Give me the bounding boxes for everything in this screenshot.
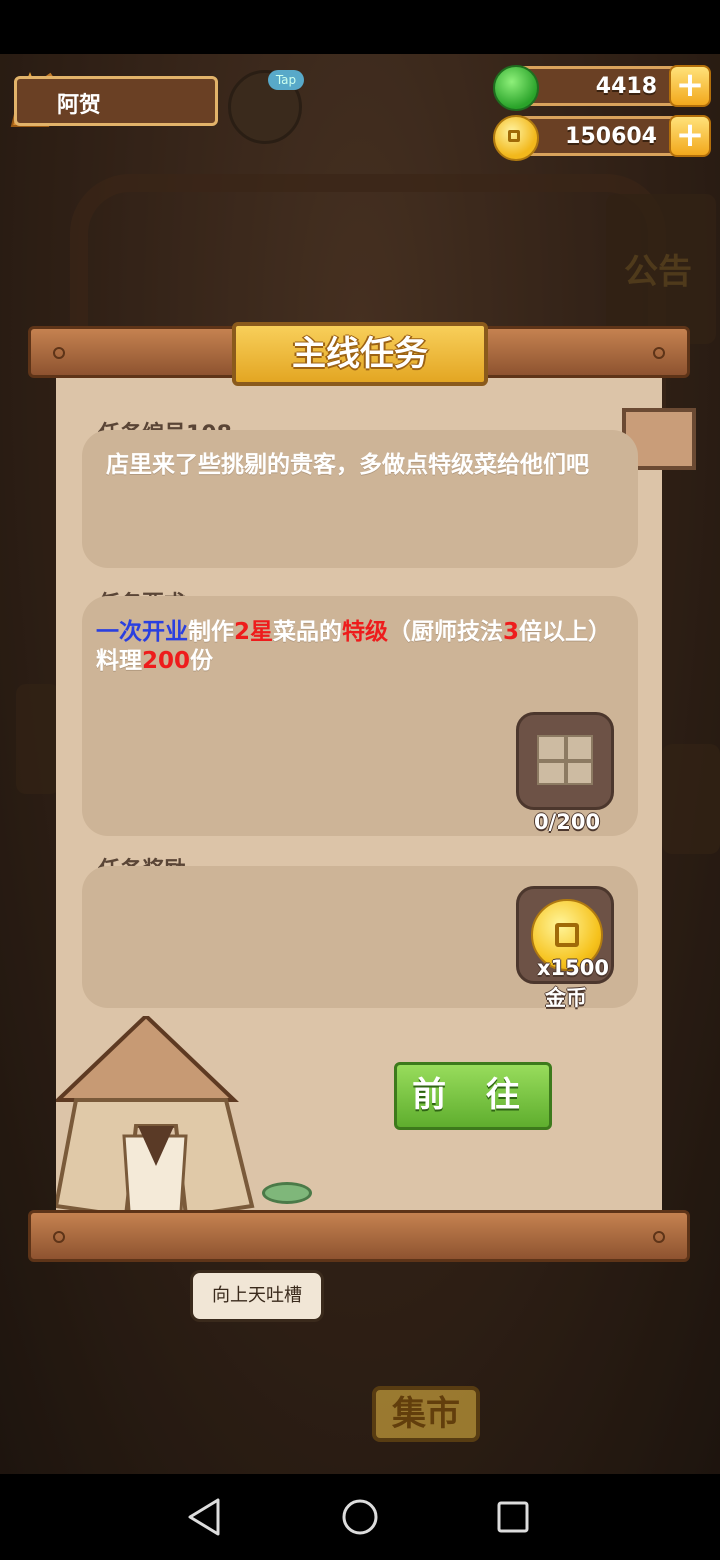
jade-icon	[493, 65, 539, 111]
add-jade-button[interactable]: +	[669, 65, 711, 107]
requirement-text: 一次开业制作2星菜品的特级（厨师技法3倍以上）料理200份	[96, 618, 616, 676]
recipe-scroll-icon	[537, 735, 593, 785]
requirement-item-slot[interactable]	[516, 712, 614, 810]
req-grade: 特级	[342, 619, 389, 645]
req-dish: 菜品的	[273, 619, 343, 645]
coin-amount: 150604	[565, 124, 657, 149]
add-coins-button[interactable]: +	[669, 115, 711, 157]
requirement-progress: 0/200	[533, 810, 601, 834]
coin-bar: 150604 +	[493, 115, 711, 161]
tap-badge: Tap	[268, 70, 304, 90]
mission-title-banner: 主线任务	[232, 322, 488, 386]
speech-bubble[interactable]: 向上天吐槽	[190, 1270, 324, 1322]
req-chef-skill: （厨师技法	[388, 619, 504, 645]
back-icon[interactable]	[180, 1492, 230, 1542]
player-name: 阿贺	[57, 93, 102, 118]
reward-amount: x1500	[537, 956, 609, 980]
req-unit: 份	[190, 648, 214, 674]
market-sign[interactable]: 集市	[372, 1386, 480, 1442]
description-panel	[82, 430, 638, 568]
req-once-open: 一次开业	[96, 619, 188, 645]
go-button-label: 前 往	[412, 1075, 534, 1115]
scroll-knob	[53, 347, 65, 359]
req-multiplier: 3	[503, 619, 520, 645]
req-make: 制作	[188, 619, 234, 645]
mission-title: 主线任务	[292, 334, 428, 374]
scroll-knob	[53, 1231, 65, 1243]
scroll-bottom-bar	[28, 1210, 690, 1262]
player-name-box[interactable]: 阿贺	[14, 76, 218, 126]
jade-amount: 4418	[595, 74, 657, 99]
reward-name: 金币	[545, 986, 587, 1010]
req-star: 2星	[234, 619, 274, 645]
scroll-knob	[653, 347, 665, 359]
scroll-knob	[653, 1231, 665, 1243]
req-count: 200	[142, 648, 191, 674]
mission-description: 店里来了些挑剔的贵客，多做点特级菜给他们吧	[106, 452, 589, 478]
status-bar	[0, 0, 720, 54]
go-button[interactable]: 前 往	[394, 1062, 552, 1130]
jade-bar: 4418 +	[493, 65, 711, 111]
home-icon[interactable]	[335, 1492, 385, 1542]
system-nav-bar	[0, 1474, 720, 1560]
recents-icon[interactable]	[488, 1492, 538, 1542]
coin-icon	[493, 115, 539, 161]
jade-ring-icon	[262, 1182, 312, 1204]
